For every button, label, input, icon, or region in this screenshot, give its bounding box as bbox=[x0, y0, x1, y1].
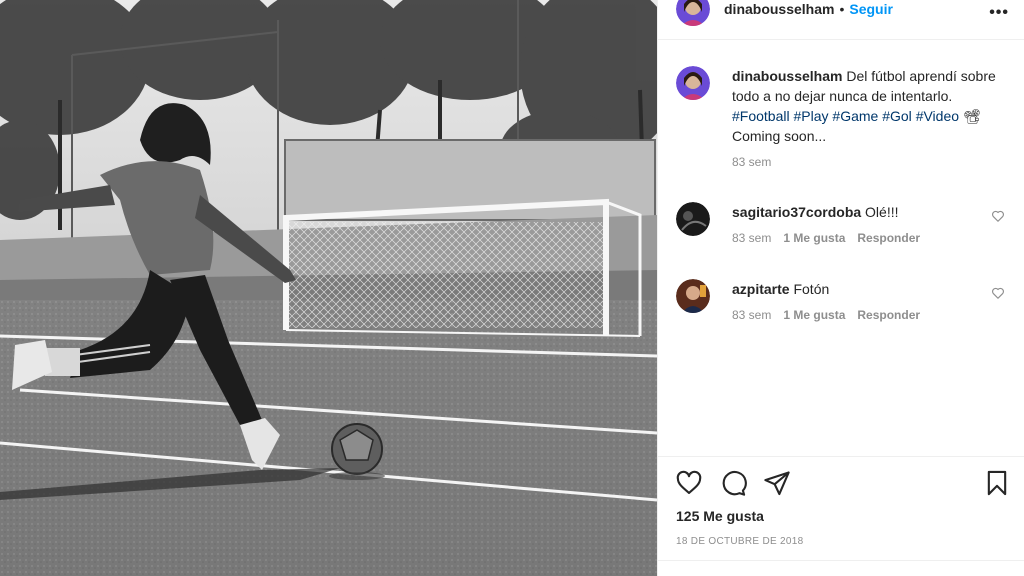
likes-count[interactable]: 125 Me gusta bbox=[676, 508, 764, 524]
hashtag[interactable]: #Game bbox=[832, 108, 878, 124]
bookmark-icon[interactable] bbox=[983, 469, 1011, 497]
caption-author-avatar[interactable] bbox=[676, 66, 710, 100]
comment-likes[interactable]: 1 Me gusta bbox=[783, 231, 845, 245]
comment-item: sagitario37cordoba Olé!!! 83 sem 1 Me gu… bbox=[676, 202, 1011, 245]
reply-button[interactable]: Responder bbox=[857, 308, 920, 322]
hashtag[interactable]: #Football bbox=[732, 108, 790, 124]
send-icon[interactable] bbox=[763, 469, 791, 497]
post-header: dinabousselham • Seguir ••• bbox=[658, 0, 1024, 40]
comment-like-heart-icon[interactable] bbox=[991, 286, 1005, 300]
post-actions: 125 Me gusta 18 DE OCTUBRE DE 2018 bbox=[658, 456, 1024, 576]
follow-button[interactable]: Seguir bbox=[849, 1, 893, 17]
comment-age: 83 sem bbox=[732, 231, 772, 245]
comment-meta: 83 sem 1 Me gusta Responder bbox=[732, 308, 1011, 322]
comment-text: Olé!!! bbox=[865, 204, 899, 220]
post-date: 18 DE OCTUBRE DE 2018 bbox=[676, 536, 804, 547]
caption-username[interactable]: dinabousselham bbox=[732, 68, 842, 84]
commenter-username[interactable]: sagitario37cordoba bbox=[732, 204, 861, 220]
caption-age: 83 sem bbox=[732, 155, 772, 169]
comment-body: azpitarte Fotón bbox=[732, 279, 1011, 299]
hashtag[interactable]: #Gol bbox=[882, 108, 912, 124]
clapperboard-emoji: 📽 bbox=[962, 108, 981, 124]
hashtag[interactable]: #Play bbox=[793, 108, 828, 124]
post-side-panel: dinabousselham • Seguir ••• dinabousselh… bbox=[657, 0, 1024, 576]
add-comment-area[interactable] bbox=[658, 560, 1024, 576]
comment-text: Fotón bbox=[793, 281, 830, 297]
hashtag[interactable]: #Video bbox=[916, 108, 959, 124]
post-caption: dinabousselham Del fútbol aprendí sobre … bbox=[676, 66, 1011, 169]
comment-age: 83 sem bbox=[732, 308, 772, 322]
commenter-avatar[interactable] bbox=[676, 202, 710, 236]
comment-meta: 83 sem 1 Me gusta Responder bbox=[732, 231, 1011, 245]
author-username[interactable]: dinabousselham bbox=[724, 1, 834, 17]
comment-item: azpitarte Fotón 83 sem 1 Me gusta Respon… bbox=[676, 279, 1011, 322]
header-separator: • bbox=[839, 0, 845, 17]
comment-like-heart-icon[interactable] bbox=[991, 209, 1005, 223]
comment-icon[interactable] bbox=[719, 469, 747, 497]
caption-text-2: Coming soon... bbox=[732, 128, 827, 144]
commenter-username[interactable]: azpitarte bbox=[732, 281, 790, 297]
caption-meta: 83 sem bbox=[732, 155, 1011, 169]
commenter-avatar[interactable] bbox=[676, 279, 710, 313]
comment-body: sagitario37cordoba Olé!!! bbox=[732, 202, 1011, 222]
reply-button[interactable]: Responder bbox=[857, 231, 920, 245]
more-options-icon[interactable]: ••• bbox=[989, 4, 1009, 22]
post-photo[interactable] bbox=[0, 0, 657, 576]
author-avatar[interactable] bbox=[676, 0, 710, 26]
goal bbox=[283, 198, 642, 337]
caption-text: dinabousselham Del fútbol aprendí sobre … bbox=[732, 66, 1011, 146]
comment-likes[interactable]: 1 Me gusta bbox=[783, 308, 845, 322]
photo-scene bbox=[0, 0, 657, 576]
heart-icon[interactable] bbox=[675, 469, 703, 497]
